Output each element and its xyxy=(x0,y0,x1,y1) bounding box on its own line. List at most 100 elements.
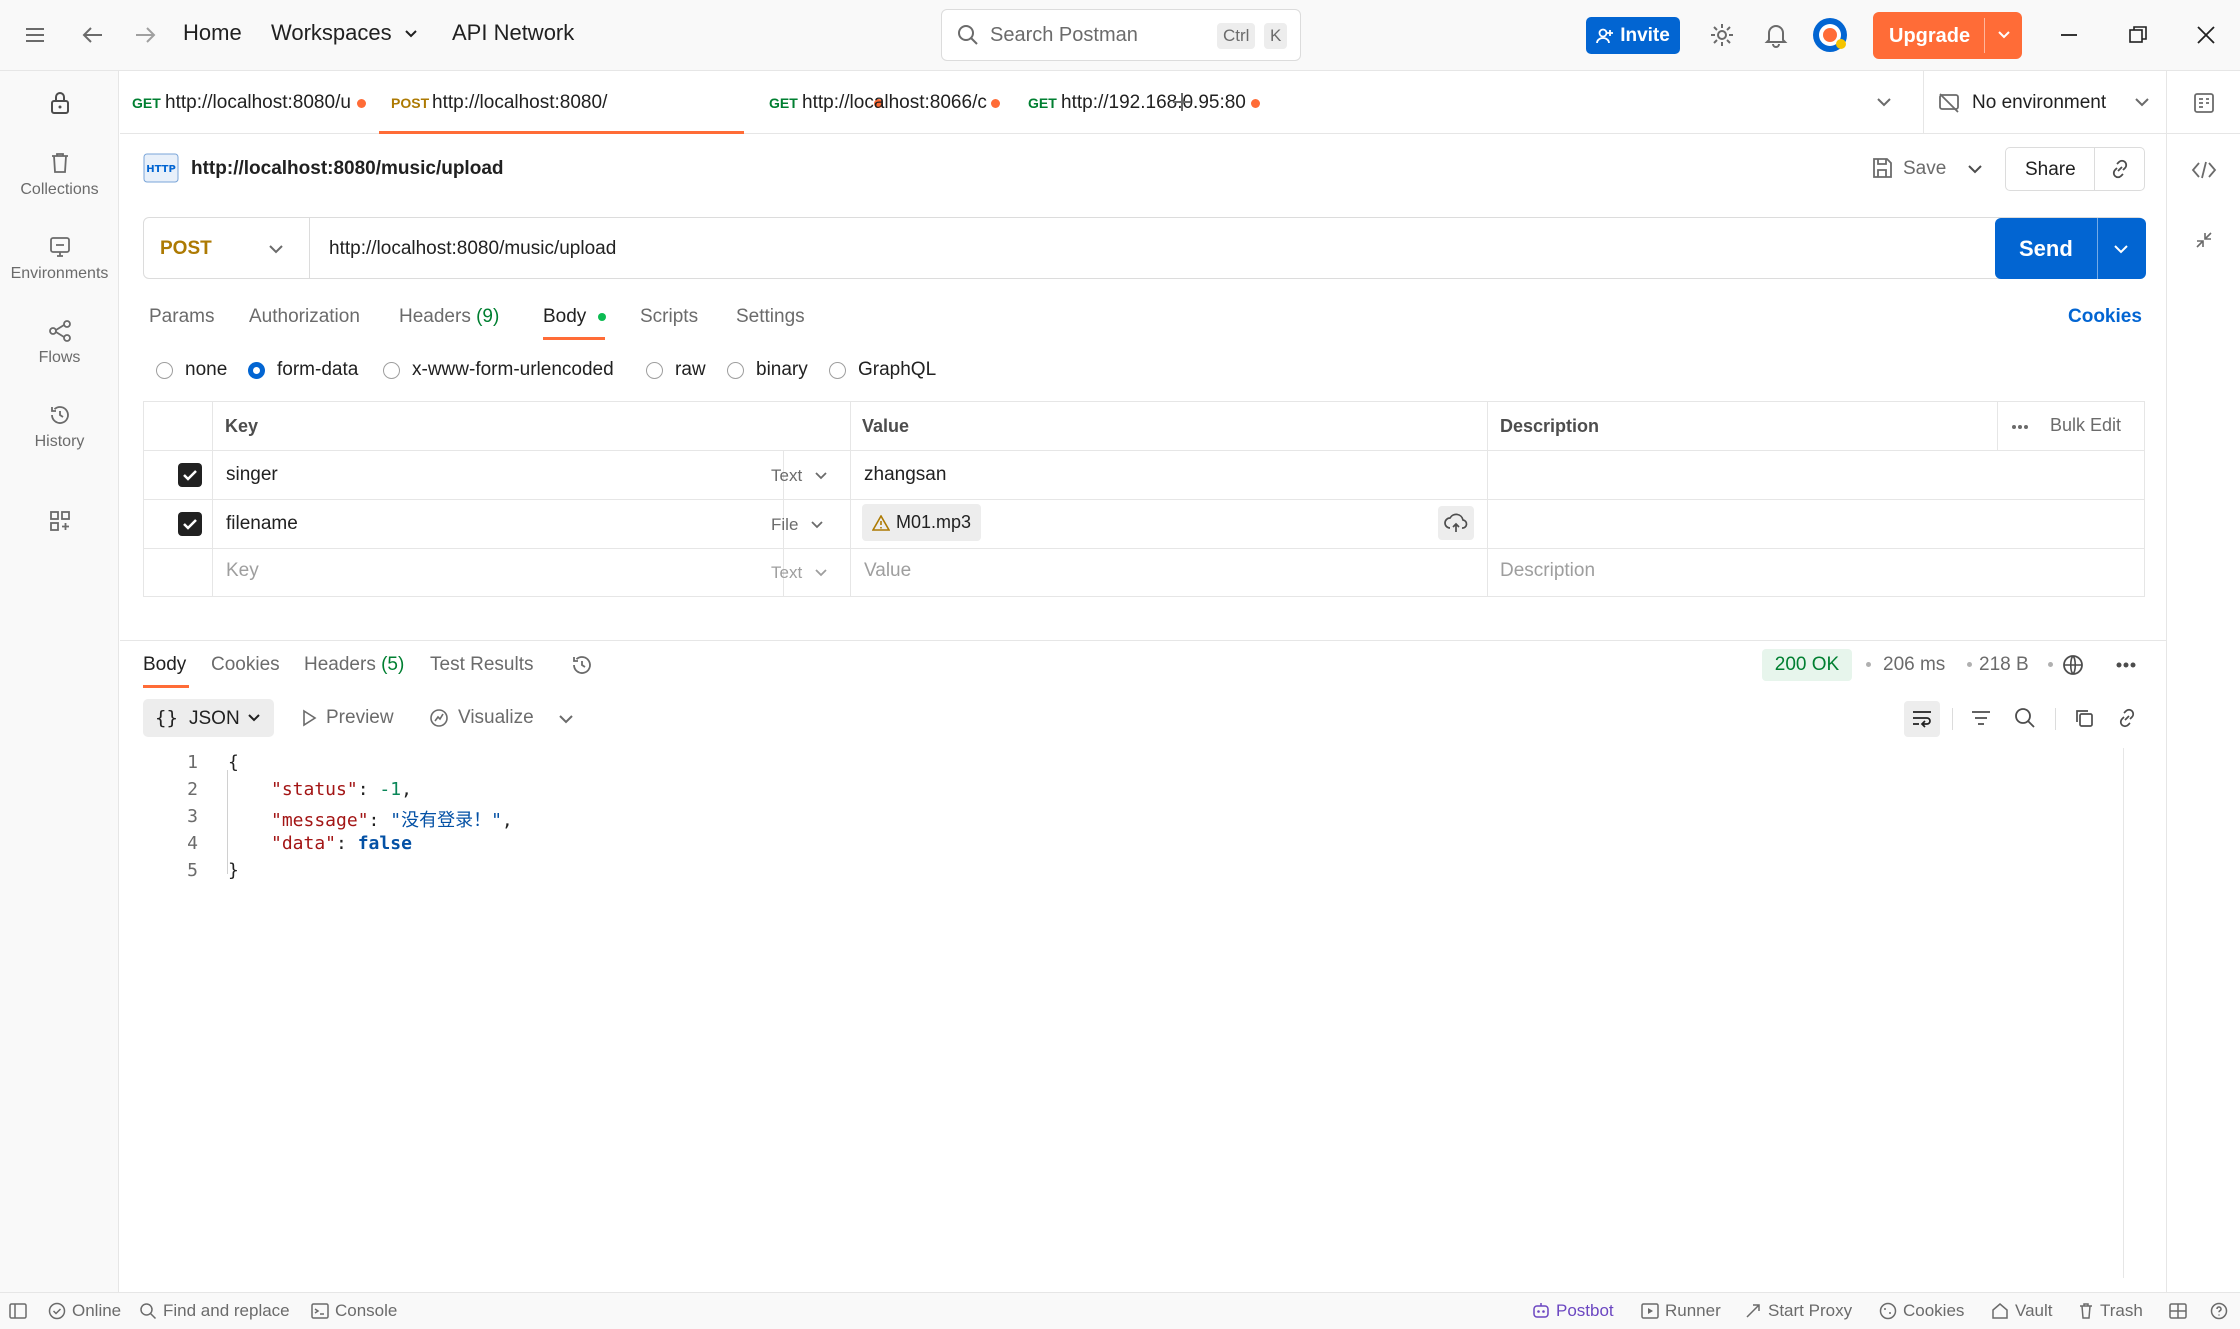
environment-quick-look-icon[interactable] xyxy=(2192,91,2216,115)
invite-button[interactable]: Invite xyxy=(1586,17,1680,54)
postbot-button[interactable]: Postbot xyxy=(1532,1301,1614,1321)
row-checkbox[interactable] xyxy=(178,512,202,536)
sidebar-item-collections[interactable]: Collections xyxy=(0,151,119,199)
radio-form-data[interactable]: form-data xyxy=(248,359,358,381)
runner-button[interactable]: Runner xyxy=(1641,1301,1721,1321)
chevron-down-icon[interactable] xyxy=(2134,95,2150,109)
response-tab-body[interactable]: Body xyxy=(143,654,186,676)
radio-raw[interactable]: raw xyxy=(646,359,706,381)
sidebar-item-history[interactable]: History xyxy=(0,403,119,451)
settings-gear-icon[interactable] xyxy=(1703,16,1741,54)
chevron-down-icon[interactable] xyxy=(558,712,574,726)
bulk-edit-button[interactable]: Bulk Edit xyxy=(2050,415,2121,436)
tab-settings[interactable]: Settings xyxy=(736,306,805,328)
chevron-down-icon[interactable] xyxy=(1876,95,1892,109)
close-window-icon[interactable] xyxy=(2187,16,2225,54)
help-icon[interactable] xyxy=(2210,1302,2228,1320)
start-proxy-button[interactable]: Start Proxy xyxy=(1744,1301,1852,1321)
radio-none[interactable]: none xyxy=(156,359,227,381)
search-input[interactable]: Search Postman Ctrl K xyxy=(941,9,1301,61)
response-tab-headers[interactable]: Headers (5) xyxy=(304,654,404,676)
new-type-select[interactable]: Text xyxy=(771,563,828,583)
row-type-select[interactable]: Text xyxy=(771,466,828,486)
minimize-window-icon[interactable] xyxy=(2050,16,2088,54)
new-description-input[interactable]: Description xyxy=(1500,560,1595,582)
cookies-button[interactable]: Cookies xyxy=(1879,1301,1964,1321)
response-tab-cookies[interactable]: Cookies xyxy=(211,654,280,676)
request-tab[interactable]: GET http://localhost:8066/cc xyxy=(748,71,1003,134)
nav-workspaces[interactable]: Workspaces xyxy=(271,20,418,46)
request-tab-active[interactable]: POST http://localhost:8080/r xyxy=(379,71,883,134)
link-icon[interactable] xyxy=(2116,707,2138,729)
avatar[interactable] xyxy=(1811,16,1849,54)
lock-icon[interactable] xyxy=(0,91,119,121)
restore-window-icon[interactable] xyxy=(2119,16,2157,54)
row-value[interactable]: zhangsan xyxy=(864,464,946,486)
upgrade-button[interactable]: Upgrade xyxy=(1873,12,2022,59)
search-icon[interactable] xyxy=(2013,706,2037,730)
chevron-down-icon[interactable] xyxy=(268,242,284,256)
add-workbench-icon[interactable] xyxy=(0,509,119,539)
vault-button[interactable]: Vault xyxy=(1991,1301,2053,1321)
collapse-arrows-icon[interactable] xyxy=(2194,230,2214,250)
method-select[interactable]: POST xyxy=(160,238,212,260)
response-time[interactable]: 206 ms xyxy=(1883,654,1945,676)
back-arrow-icon[interactable] xyxy=(74,16,112,54)
tab-body[interactable]: Body xyxy=(543,306,606,328)
sidebar-item-flows[interactable]: Flows xyxy=(0,319,119,367)
request-tab[interactable]: GET http://localhost:8080/us xyxy=(120,71,375,134)
console-button[interactable]: Console xyxy=(311,1301,397,1321)
toggle-sidebar-icon[interactable] xyxy=(9,1303,27,1319)
chevron-down-icon[interactable] xyxy=(1993,24,2015,46)
code-icon[interactable] xyxy=(2191,160,2217,180)
chevron-down-icon[interactable] xyxy=(1967,162,1983,176)
online-status[interactable]: Online xyxy=(48,1301,121,1321)
new-key-input[interactable]: Key xyxy=(226,560,259,582)
sidebar-item-environments[interactable]: Environments xyxy=(0,235,119,283)
row-checkbox[interactable] xyxy=(178,463,202,487)
history-icon[interactable] xyxy=(570,653,594,677)
url-input[interactable]: http://localhost:8080/music/upload xyxy=(329,238,616,260)
format-select[interactable]: {} JSON xyxy=(143,699,274,737)
radio-binary[interactable]: binary xyxy=(727,359,808,381)
tab-headers[interactable]: Headers (9) xyxy=(399,306,499,328)
more-options-icon[interactable] xyxy=(2115,661,2137,669)
nav-api-network[interactable]: API Network xyxy=(452,20,574,46)
nav-home[interactable]: Home xyxy=(183,20,242,46)
editor-scrollbar-track[interactable] xyxy=(2123,748,2124,1278)
new-value-input[interactable]: Value xyxy=(864,560,911,582)
globe-icon[interactable] xyxy=(2061,653,2085,677)
more-options-icon[interactable] xyxy=(2011,424,2029,430)
request-tab[interactable]: GET http://192.168.0.95:806 xyxy=(1007,71,1262,134)
row-key[interactable]: singer xyxy=(226,464,278,486)
chevron-down-icon[interactable] xyxy=(2113,242,2129,256)
row-key[interactable]: filename xyxy=(226,513,298,535)
layout-grid-icon[interactable] xyxy=(2169,1303,2187,1319)
visualize-button[interactable]: Visualize xyxy=(428,707,534,729)
forward-arrow-icon[interactable] xyxy=(126,16,164,54)
response-size[interactable]: 218 B xyxy=(1979,654,2029,676)
file-chip[interactable]: M01.mp3 xyxy=(862,504,982,541)
new-tab-plus-icon[interactable] xyxy=(1171,91,1193,113)
cookies-link[interactable]: Cookies xyxy=(2068,306,2142,328)
tab-params[interactable]: Params xyxy=(149,306,214,328)
hamburger-menu-icon[interactable] xyxy=(16,16,54,54)
find-replace-button[interactable]: Find and replace xyxy=(139,1301,290,1321)
response-tab-test-results[interactable]: Test Results xyxy=(430,654,533,676)
preview-button[interactable]: Preview xyxy=(300,707,394,729)
row-type-select[interactable]: File xyxy=(771,515,824,535)
copy-link-icon[interactable] xyxy=(2109,158,2131,180)
upload-cloud-button[interactable] xyxy=(1438,506,1474,540)
status-badge[interactable]: 200 OK xyxy=(1762,649,1852,681)
radio-x-www-form-urlencoded[interactable]: x-www-form-urlencoded xyxy=(383,359,614,381)
wrap-lines-button[interactable] xyxy=(1904,701,1940,737)
copy-icon[interactable] xyxy=(2073,707,2095,729)
radio-graphql[interactable]: GraphQL xyxy=(829,359,936,381)
request-title[interactable]: http://localhost:8080/music/upload xyxy=(191,158,504,180)
notifications-bell-icon[interactable] xyxy=(1757,16,1795,54)
trash-button[interactable]: Trash xyxy=(2078,1301,2143,1321)
share-button[interactable]: Share xyxy=(2025,159,2076,181)
filter-icon[interactable] xyxy=(1970,708,1992,728)
tab-scripts[interactable]: Scripts xyxy=(640,306,698,328)
tab-authorization[interactable]: Authorization xyxy=(249,306,360,328)
